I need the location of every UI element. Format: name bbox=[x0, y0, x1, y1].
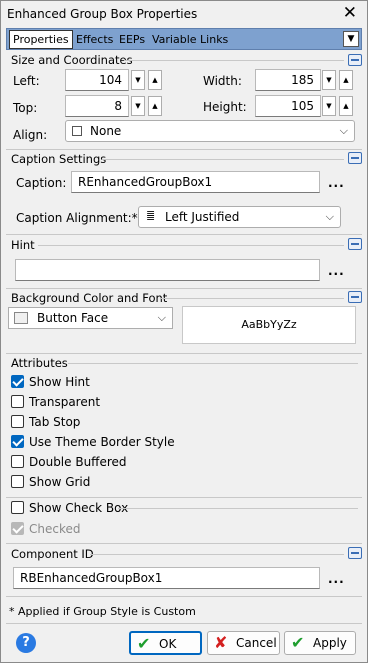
tab-effects[interactable]: Effects bbox=[73, 31, 116, 49]
divider bbox=[6, 234, 362, 235]
section-caption-title: Caption Settings bbox=[11, 152, 107, 166]
show-grid-label: Show Grid bbox=[29, 475, 91, 489]
divider bbox=[6, 149, 362, 150]
caption-label: Caption: bbox=[16, 176, 67, 190]
divider bbox=[102, 159, 344, 160]
collapse-background-icon[interactable] bbox=[348, 291, 362, 303]
double-check-icon: ✔ bbox=[291, 633, 305, 652]
footnote: * Applied if Group Style is Custom bbox=[9, 605, 196, 618]
divider bbox=[118, 508, 358, 509]
theme-border-checkbox[interactable] bbox=[11, 435, 24, 448]
align-none-icon bbox=[72, 126, 82, 136]
divider bbox=[6, 596, 362, 597]
divider bbox=[124, 60, 344, 61]
divider bbox=[6, 543, 362, 544]
x-icon: ✘ bbox=[214, 633, 228, 652]
chevron-down-icon: ⌵ bbox=[157, 311, 166, 324]
caption-alignment-label: Caption Alignment:* bbox=[16, 211, 138, 225]
tab-dropdown-icon[interactable]: ▼ bbox=[343, 31, 359, 47]
section-hint-title: Hint bbox=[11, 238, 35, 252]
theme-border-label: Use Theme Border Style bbox=[29, 435, 175, 449]
section-attributes-title: Attributes bbox=[11, 356, 68, 370]
component-ellipsis-button[interactable]: ... bbox=[328, 572, 345, 586]
divider bbox=[6, 497, 362, 498]
tab-strip: Properties Effects EEPs Variable Links ▼ bbox=[6, 28, 362, 50]
collapse-caption-icon[interactable] bbox=[348, 152, 362, 164]
left-down-icon[interactable]: ▼ bbox=[131, 70, 145, 90]
tab-stop-label: Tab Stop bbox=[29, 415, 81, 429]
cancel-button[interactable]: ✘ Cancel bbox=[207, 631, 280, 655]
width-label: Width: bbox=[203, 74, 242, 88]
title-bar: Enhanced Group Box Properties ✕ bbox=[1, 1, 367, 27]
left-label: Left: bbox=[13, 74, 40, 88]
double-buffered-checkbox[interactable] bbox=[11, 455, 24, 468]
section-size-title: Size and Coordinates bbox=[11, 53, 133, 67]
divider bbox=[6, 288, 362, 289]
caption-alignment-value: Left Justified bbox=[165, 210, 240, 224]
left-input[interactable]: 104 bbox=[65, 69, 129, 91]
width-up-icon[interactable]: ▲ bbox=[339, 70, 353, 90]
left-up-icon[interactable]: ▲ bbox=[148, 70, 162, 90]
double-buffered-label: Double Buffered bbox=[29, 455, 127, 469]
divider bbox=[90, 554, 344, 555]
collapse-component-icon[interactable] bbox=[348, 547, 362, 559]
divider bbox=[6, 623, 362, 624]
tab-properties[interactable]: Properties bbox=[9, 30, 73, 49]
top-up-icon[interactable]: ▲ bbox=[148, 96, 162, 116]
window-title: Enhanced Group Box Properties bbox=[7, 7, 198, 21]
align-label: Align: bbox=[13, 128, 48, 142]
top-label: Top: bbox=[13, 101, 38, 115]
background-color-select[interactable]: Button Face ⌵ bbox=[8, 307, 173, 329]
width-input[interactable]: 185 bbox=[255, 69, 321, 91]
chevron-down-icon: ⌵ bbox=[339, 124, 348, 137]
height-down-icon[interactable]: ▼ bbox=[322, 96, 336, 116]
align-left-icon: ≡ ≡ bbox=[146, 207, 156, 224]
close-icon[interactable]: ✕ bbox=[343, 4, 357, 22]
height-label: Height: bbox=[203, 100, 247, 114]
checked-label: Checked bbox=[29, 522, 81, 536]
checked-checkbox bbox=[11, 522, 24, 535]
show-hint-label: Show Hint bbox=[29, 375, 90, 389]
hint-input[interactable] bbox=[15, 259, 320, 281]
caption-input[interactable]: REnhancedGroupBox1 bbox=[71, 171, 320, 193]
tab-eeps[interactable]: EEPs bbox=[116, 31, 148, 49]
align-select[interactable]: None ⌵ bbox=[65, 120, 355, 142]
caption-alignment-select[interactable]: ≡ ≡ Left Justified ⌵ bbox=[138, 206, 341, 228]
divider bbox=[68, 363, 358, 364]
top-input[interactable]: 8 bbox=[65, 95, 129, 117]
component-id-input[interactable]: RBEnhancedGroupBox1 bbox=[13, 567, 320, 589]
apply-button[interactable]: ✔ Apply bbox=[284, 631, 356, 655]
collapse-size-icon[interactable] bbox=[348, 54, 362, 66]
hint-ellipsis-button[interactable]: ... bbox=[328, 264, 345, 278]
section-background-title: Background Color and Font bbox=[11, 291, 168, 305]
chevron-down-icon: ⌵ bbox=[325, 210, 334, 223]
show-check-box-label: Show Check Box bbox=[29, 501, 129, 515]
color-swatch bbox=[14, 312, 28, 324]
caption-ellipsis-button[interactable]: ... bbox=[328, 176, 345, 190]
divider bbox=[6, 353, 362, 354]
ok-button[interactable]: ✔ OK bbox=[129, 631, 202, 655]
show-hint-checkbox[interactable] bbox=[11, 375, 24, 388]
font-preview-button[interactable]: AaBbYyZz bbox=[182, 306, 356, 344]
height-up-icon[interactable]: ▲ bbox=[339, 96, 353, 116]
width-down-icon[interactable]: ▼ bbox=[322, 70, 336, 90]
height-input[interactable]: 105 bbox=[255, 95, 321, 117]
transparent-label: Transparent bbox=[29, 395, 101, 409]
transparent-checkbox[interactable] bbox=[11, 395, 24, 408]
help-icon[interactable]: ? bbox=[16, 633, 36, 653]
check-icon: ✔ bbox=[137, 634, 151, 653]
divider bbox=[38, 245, 344, 246]
show-check-box-checkbox[interactable] bbox=[11, 501, 24, 514]
section-component-title: Component ID bbox=[11, 547, 94, 561]
align-value: None bbox=[90, 124, 122, 138]
tab-stop-checkbox[interactable] bbox=[11, 415, 24, 428]
tab-variable-links[interactable]: Variable Links bbox=[149, 31, 231, 49]
background-color-value: Button Face bbox=[37, 311, 109, 325]
divider bbox=[161, 298, 344, 299]
collapse-hint-icon[interactable] bbox=[348, 238, 362, 250]
top-down-icon[interactable]: ▼ bbox=[131, 96, 145, 116]
show-grid-checkbox[interactable] bbox=[11, 475, 24, 488]
